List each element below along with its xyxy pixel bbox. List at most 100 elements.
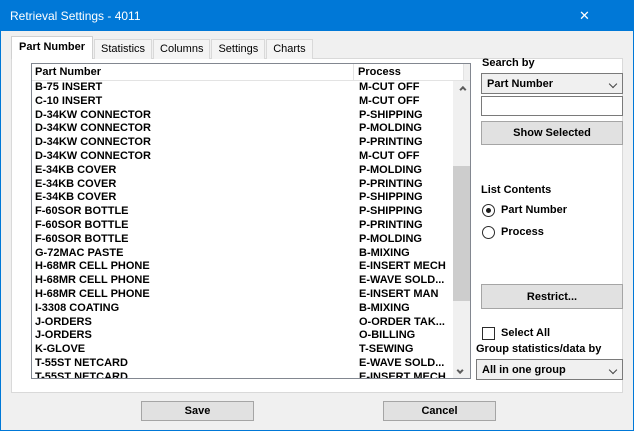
search-by-selected-value: Part Number <box>487 78 553 90</box>
scroll-down-button[interactable] <box>453 362 470 378</box>
process-cell: O-BILLING <box>359 329 453 343</box>
tab-columns[interactable]: Columns <box>153 39 210 59</box>
header-filler <box>464 64 470 80</box>
table-row[interactable]: F-60SOR BOTTLEP-PRINTING <box>32 219 453 233</box>
table-row[interactable]: B-75 INSERTM-CUT OFF <box>32 81 453 95</box>
table-row[interactable]: E-34KB COVERP-MOLDING <box>32 164 453 178</box>
part-number-cell: H-68MR CELL PHONE <box>32 288 359 302</box>
part-number-cell: D-34KW CONNECTOR <box>32 109 359 123</box>
table-row[interactable]: E-34KB COVERP-SHIPPING <box>32 191 453 205</box>
scrollbar-thumb[interactable] <box>453 166 470 301</box>
radio-process[interactable] <box>482 226 495 239</box>
process-cell: E-INSERT MECH <box>359 371 453 378</box>
table-row[interactable]: K-GLOVET-SEWING <box>32 343 453 357</box>
part-number-cell: J-ORDERS <box>32 329 359 343</box>
table-row[interactable]: F-60SOR BOTTLEP-MOLDING <box>32 233 453 247</box>
save-button[interactable]: Save <box>141 401 254 421</box>
search-input[interactable] <box>481 96 623 116</box>
table-row[interactable]: E-34KB COVERP-PRINTING <box>32 178 453 192</box>
process-cell: M-CUT OFF <box>359 95 453 109</box>
part-number-cell: T-55ST NETCARD <box>32 371 359 378</box>
tab-bar: Part NumberStatisticsColumnsSettingsChar… <box>11 36 314 59</box>
process-cell: T-SEWING <box>359 343 453 357</box>
table-row[interactable]: D-34KW CONNECTORM-CUT OFF <box>32 150 453 164</box>
retrieval-settings-dialog: Retrieval Settings - 4011 ✕ Part NumberS… <box>0 0 634 431</box>
part-number-cell: E-34KB COVER <box>32 191 359 205</box>
list-scrollbar[interactable] <box>453 81 470 378</box>
chevron-down-icon <box>609 80 617 88</box>
scroll-up-button[interactable] <box>453 81 470 97</box>
process-cell: M-CUT OFF <box>359 150 453 164</box>
list-rows: B-75 INSERTM-CUT OFFC-10 INSERTM-CUT OFF… <box>32 81 453 378</box>
chevron-up-icon <box>459 85 466 92</box>
table-row[interactable]: T-55ST NETCARDE-INSERT MECH <box>32 371 453 378</box>
process-cell: B-MIXING <box>359 302 453 316</box>
tab-charts[interactable]: Charts <box>266 39 312 59</box>
search-by-label: Search by <box>482 57 535 69</box>
radio-label: Process <box>501 226 544 238</box>
part-number-cell: G-72MAC PASTE <box>32 247 359 261</box>
process-cell: E-WAVE SOLD... <box>359 357 453 371</box>
tab-part-number[interactable]: Part Number <box>11 36 93 59</box>
column-header-process[interactable]: Process <box>354 64 464 80</box>
part-number-cell: E-34KB COVER <box>32 178 359 192</box>
close-button[interactable]: ✕ <box>562 1 607 31</box>
part-number-cell: D-34KW CONNECTOR <box>32 150 359 164</box>
process-cell: P-PRINTING <box>359 178 453 192</box>
radio-row-process: Process <box>482 224 544 240</box>
part-number-cell: J-ORDERS <box>32 316 359 330</box>
part-number-cell: H-68MR CELL PHONE <box>32 260 359 274</box>
select-all-row: Select All <box>482 325 550 341</box>
table-row[interactable]: D-34KW CONNECTORP-SHIPPING <box>32 109 453 123</box>
process-cell: M-CUT OFF <box>359 81 453 95</box>
chevron-down-icon <box>457 366 464 373</box>
process-cell: E-INSERT MAN <box>359 288 453 302</box>
window-title: Retrieval Settings - 4011 <box>10 1 141 31</box>
process-cell: P-PRINTING <box>359 136 453 150</box>
column-header-part-number[interactable]: Part Number <box>32 64 354 80</box>
table-row[interactable]: J-ORDERSO-ORDER TAK... <box>32 316 453 330</box>
table-row[interactable]: T-55ST NETCARDE-WAVE SOLD... <box>32 357 453 371</box>
cancel-button[interactable]: Cancel <box>383 401 496 421</box>
process-cell: B-MIXING <box>359 247 453 261</box>
tab-settings[interactable]: Settings <box>211 39 265 59</box>
tab-statistics[interactable]: Statistics <box>94 39 152 59</box>
search-by-dropdown[interactable]: Part Number <box>481 73 623 94</box>
process-cell: P-MOLDING <box>359 164 453 178</box>
restrict-button[interactable]: Restrict... <box>481 284 623 309</box>
part-number-cell: H-68MR CELL PHONE <box>32 274 359 288</box>
part-number-cell: K-GLOVE <box>32 343 359 357</box>
part-number-cell: C-10 INSERT <box>32 95 359 109</box>
part-number-cell: I-3308 COATING <box>32 302 359 316</box>
radio-part-number[interactable] <box>482 204 495 217</box>
table-row[interactable]: J-ORDERSO-BILLING <box>32 329 453 343</box>
radio-row-part-number: Part Number <box>482 202 567 218</box>
part-number-cell: B-75 INSERT <box>32 81 359 95</box>
part-number-cell: T-55ST NETCARD <box>32 357 359 371</box>
list-contents-label: List Contents <box>481 184 551 196</box>
part-number-cell: E-34KB COVER <box>32 164 359 178</box>
table-row[interactable]: H-68MR CELL PHONEE-WAVE SOLD... <box>32 274 453 288</box>
table-row[interactable]: G-72MAC PASTEB-MIXING <box>32 247 453 261</box>
table-row[interactable]: I-3308 COATINGB-MIXING <box>32 302 453 316</box>
show-selected-button[interactable]: Show Selected <box>481 121 623 145</box>
table-row[interactable]: C-10 INSERTM-CUT OFF <box>32 95 453 109</box>
radio-label: Part Number <box>501 204 567 216</box>
table-row[interactable]: H-68MR CELL PHONEE-INSERT MAN <box>32 288 453 302</box>
part-process-list: Part Number Process B-75 INSERTM-CUT OFF… <box>31 63 471 379</box>
part-number-cell: F-60SOR BOTTLE <box>32 219 359 233</box>
process-cell: P-MOLDING <box>359 122 453 136</box>
process-cell: E-INSERT MECH <box>359 260 453 274</box>
group-by-dropdown[interactable]: All in one group <box>476 359 623 380</box>
table-row[interactable]: D-34KW CONNECTORP-PRINTING <box>32 136 453 150</box>
title-bar[interactable]: Retrieval Settings - 4011 ✕ <box>1 1 633 31</box>
select-all-checkbox[interactable] <box>482 327 495 340</box>
part-number-cell: F-60SOR BOTTLE <box>32 205 359 219</box>
table-row[interactable]: D-34KW CONNECTORP-MOLDING <box>32 122 453 136</box>
process-cell: P-PRINTING <box>359 219 453 233</box>
table-row[interactable]: H-68MR CELL PHONEE-INSERT MECH <box>32 260 453 274</box>
process-cell: P-SHIPPING <box>359 191 453 205</box>
part-number-cell: D-34KW CONNECTOR <box>32 136 359 150</box>
part-number-cell: F-60SOR BOTTLE <box>32 233 359 247</box>
table-row[interactable]: F-60SOR BOTTLEP-SHIPPING <box>32 205 453 219</box>
